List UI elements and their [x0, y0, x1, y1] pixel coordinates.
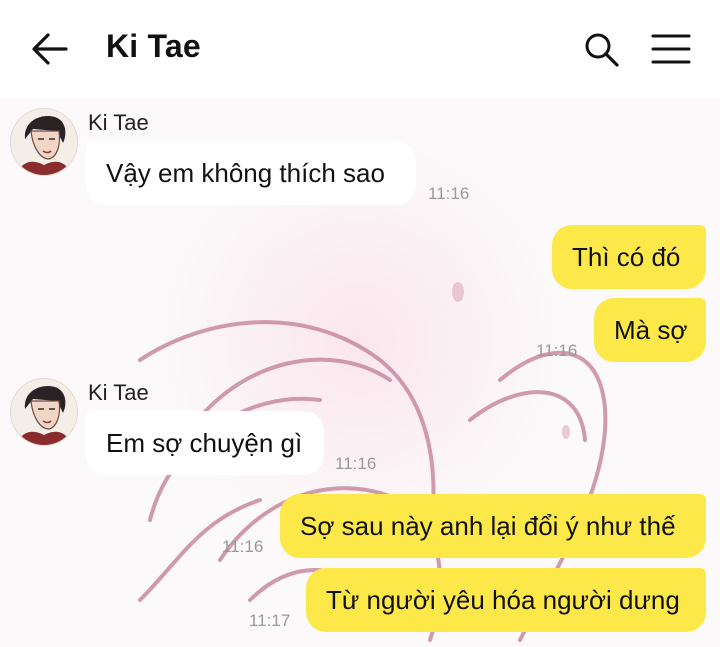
- message-text: Mà sợ: [614, 314, 688, 345]
- message-text: Vậy em không thích sao: [106, 157, 385, 188]
- search-icon[interactable]: [582, 30, 622, 70]
- sender-name: Ki Tae: [88, 110, 149, 135]
- message-list: Ki Tae Vậy em không thích sao 11:16 Thì …: [0, 98, 720, 647]
- avatar-portrait-icon: [11, 109, 77, 175]
- avatar[interactable]: [10, 108, 78, 176]
- message-bubble-incoming[interactable]: Vậy em không thích sao: [86, 141, 416, 205]
- chat-title: Ki Tae: [106, 28, 201, 64]
- message-text: Thì có đó: [572, 241, 681, 272]
- message-time: 11:17: [249, 611, 291, 630]
- arrow-left-icon[interactable]: [30, 30, 70, 68]
- message-time: 11:16: [428, 184, 470, 203]
- message-time: 11:16: [335, 454, 377, 473]
- message-text: Sợ sau này anh lại đổi ý như thế: [300, 510, 676, 541]
- message-time: 11:16: [222, 537, 264, 556]
- message-text: Từ người yêu hóa người dưng: [326, 584, 680, 615]
- avatar[interactable]: [10, 378, 78, 446]
- sender-name: Ki Tae: [88, 380, 149, 405]
- message-text: Em sợ chuyện gì: [106, 427, 303, 458]
- message-bubble-outgoing[interactable]: Từ người yêu hóa người dưng: [306, 568, 706, 632]
- hamburger-menu-icon[interactable]: [650, 32, 692, 66]
- avatar-portrait-icon: [11, 379, 77, 445]
- message-bubble-outgoing[interactable]: Mà sợ: [594, 298, 706, 362]
- chat-header: Ki Tae: [0, 0, 720, 98]
- message-bubble-incoming[interactable]: Em sợ chuyện gì: [86, 411, 324, 475]
- message-time: 11:16: [536, 341, 578, 360]
- message-bubble-outgoing[interactable]: Sợ sau này anh lại đổi ý như thế: [280, 494, 706, 558]
- message-bubble-outgoing[interactable]: Thì có đó: [552, 225, 706, 289]
